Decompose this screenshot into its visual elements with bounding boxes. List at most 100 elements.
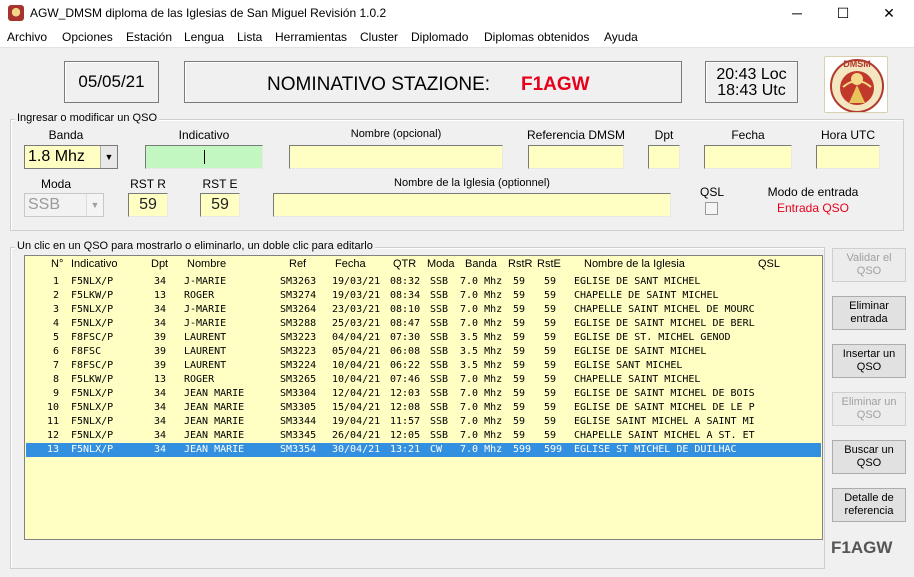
- chevron-down-icon[interactable]: ▼: [100, 146, 117, 168]
- hora-utc-label: Hora UTC: [820, 128, 875, 142]
- menu-estacion[interactable]: Estación: [126, 30, 172, 44]
- cell-indicativo: F8FSC: [71, 346, 102, 357]
- menu-archivo[interactable]: Archivo: [7, 30, 47, 44]
- cell-dpt: 34: [154, 318, 167, 329]
- menu-diplomado[interactable]: Diplomado: [411, 30, 468, 44]
- cell-nombre: JEAN MARIE: [184, 416, 245, 427]
- cell-qtr: 06:08: [390, 346, 421, 357]
- cell-nombre: LAURENT: [184, 360, 227, 371]
- app-icon[interactable]: [8, 5, 24, 21]
- cell-dpt: 34: [154, 304, 167, 315]
- cell-rstr: 59: [513, 374, 526, 385]
- referencia-label: Referencia DMSM: [526, 128, 626, 142]
- cell-qtr: 08:47: [390, 318, 421, 329]
- table-row[interactable]: 8 F5LKW/P 13 ROGER SM3265 10/04/21 07:46 SSB 7.0…: [26, 373, 821, 387]
- table-row[interactable]: 9 F5NLX/P 34 JEAN MARIE SM3304 12/04/21 12:03 S…: [26, 387, 821, 401]
- cell-nombre: JEAN MARIE: [184, 388, 245, 399]
- insertar-qso-button[interactable]: Insertar un QSO: [832, 344, 906, 378]
- moda-select[interactable]: SSB ▼: [24, 193, 104, 217]
- cell-indicativo: F5NLX/P: [71, 318, 114, 329]
- referencia-input[interactable]: [528, 145, 624, 169]
- cell-ref: SM3288: [280, 318, 317, 329]
- qso-rows: 1 F5NLX/P 34 J-MARIE SM3263 19/03/21 08:32 SSB 7…: [26, 275, 821, 457]
- menu-diplomas-obtenidos[interactable]: Diplomas obtenidos: [484, 30, 589, 44]
- eliminar-entrada-button[interactable]: Eliminar entrada: [832, 296, 906, 330]
- table-row[interactable]: 13 F5NLX/P 34 JEAN MARIE SM3354 30/04/21 13:21…: [26, 443, 821, 457]
- menu-cluster[interactable]: Cluster: [360, 30, 398, 44]
- cell-rste: 59: [544, 360, 557, 371]
- table-row[interactable]: 6 F8FSC 39 LAURENT SM3223 05/04/21 06:08 SSB 3.5…: [26, 345, 821, 359]
- minimize-button[interactable]: ─: [774, 0, 820, 26]
- cell-rste: 59: [544, 374, 557, 385]
- cell-indicativo: F8FSC/P: [71, 332, 114, 343]
- cell-rstr: 59: [513, 346, 526, 357]
- cell-rste: 59: [544, 388, 557, 399]
- eliminar-qso-button[interactable]: Eliminar un QSO: [832, 392, 906, 426]
- table-row[interactable]: 3 F5NLX/P 34 J-MARIE SM3264 23/03/21 08:10 SSB 7…: [26, 303, 821, 317]
- rst-r-input[interactable]: 59: [128, 193, 168, 217]
- cell-dpt: 34: [154, 430, 167, 441]
- table-row[interactable]: 11 F5NLX/P 34 JEAN MARIE SM3344 19/04/21 11:57…: [26, 415, 821, 429]
- table-row[interactable]: 1 F5NLX/P 34 J-MARIE SM3263 19/03/21 08:32 SSB 7…: [26, 275, 821, 289]
- cell-rstr: 59: [513, 276, 526, 287]
- cell-dpt: 13: [154, 290, 167, 301]
- menu-opciones[interactable]: Opciones: [62, 30, 113, 44]
- menu-herramientas[interactable]: Herramientas: [275, 30, 347, 44]
- cell-banda: 7.0 Mhz: [460, 304, 503, 315]
- maximize-button[interactable]: ☐: [820, 0, 866, 26]
- cell-fecha: 19/03/21: [332, 290, 381, 301]
- banda-select[interactable]: 1.8 Mhz ▼: [24, 145, 118, 169]
- fecha-input[interactable]: [704, 145, 792, 169]
- rst-e-input[interactable]: 59: [200, 193, 240, 217]
- nombre-input[interactable]: [289, 145, 503, 169]
- logo-text: DMSM: [843, 59, 871, 69]
- rst-e-label: RST E: [202, 177, 238, 191]
- cell-banda: 7.0 Mhz: [460, 444, 503, 455]
- cell-moda: SSB: [430, 318, 449, 329]
- cell-nombre: J-MARIE: [184, 276, 227, 287]
- cell-iglesia: EGLISE DE SAINT MICHEL: [574, 346, 707, 357]
- cell-num: 6: [52, 346, 59, 357]
- buscar-qso-button[interactable]: Buscar un QSO: [832, 440, 906, 474]
- col-header-banda: Banda: [465, 258, 497, 270]
- table-row[interactable]: 12 F5NLX/P 34 JEAN MARIE SM3345 26/04/21 12:05…: [26, 429, 821, 443]
- close-button[interactable]: ✕: [866, 0, 912, 26]
- iglesia-input[interactable]: [273, 193, 671, 217]
- cell-num: 13: [46, 444, 59, 455]
- chevron-down-icon[interactable]: ▼: [86, 194, 103, 216]
- table-row[interactable]: 10 F5NLX/P 34 JEAN MARIE SM3305 15/04/21 12:08…: [26, 401, 821, 415]
- station-callsign-panel: NOMINATIVO STAZIONE: F1AGW: [184, 61, 682, 103]
- cell-banda: 3.5 Mhz: [460, 360, 503, 371]
- cell-banda: 7.0 Mhz: [460, 402, 503, 413]
- cell-dpt: 34: [154, 444, 167, 455]
- menu-lista[interactable]: Lista: [237, 30, 262, 44]
- cell-rste: 59: [544, 276, 557, 287]
- qso-list[interactable]: N° Indicativo Dpt Nombre Ref Fecha QTR M…: [24, 255, 823, 540]
- validar-qso-button[interactable]: Validar el QSO: [832, 248, 906, 282]
- title-bar[interactable]: AGW_DMSM diploma de las Iglesias de San …: [0, 0, 914, 26]
- cell-dpt: 39: [154, 360, 167, 371]
- qso-list-group-title: Un clic en un QSO para mostrarlo o elimi…: [15, 240, 375, 252]
- hora-utc-input[interactable]: [816, 145, 880, 169]
- cell-dpt: 34: [154, 416, 167, 427]
- dpt-input[interactable]: [648, 145, 680, 169]
- table-row[interactable]: 7 F8FSC/P 39 LAURENT SM3224 10/04/21 06:22 SSB 3…: [26, 359, 821, 373]
- dpt-label: Dpt: [654, 128, 674, 142]
- cell-banda: 7.0 Mhz: [460, 430, 503, 441]
- menu-lengua[interactable]: Lengua: [184, 30, 224, 44]
- cell-moda: SSB: [430, 360, 449, 371]
- cell-indicativo: F5NLX/P: [71, 416, 114, 427]
- table-row[interactable]: 2 F5LKW/P 13 ROGER SM3274 19/03/21 08:34 SSB 7.0…: [26, 289, 821, 303]
- table-row[interactable]: 4 F5NLX/P 34 J-MARIE SM3288 25/03/21 08:47 SSB 7…: [26, 317, 821, 331]
- table-row[interactable]: 5 F8FSC/P 39 LAURENT SM3223 04/04/21 07:30 SSB 3…: [26, 331, 821, 345]
- menu-ayuda[interactable]: Ayuda: [604, 30, 638, 44]
- cell-fecha: 26/04/21: [332, 430, 381, 441]
- cell-banda: 3.5 Mhz: [460, 346, 503, 357]
- detalle-referencia-button[interactable]: Detalle de referencia: [832, 488, 906, 522]
- qsl-checkbox[interactable]: [705, 202, 718, 215]
- cell-ref: SM3264: [280, 304, 317, 315]
- text-caret: [204, 150, 205, 164]
- cell-ref: SM3265: [280, 374, 317, 385]
- cell-ref: SM3274: [280, 290, 317, 301]
- cell-iglesia: EGLISE DE ST. MICHEL GENOD: [574, 332, 731, 343]
